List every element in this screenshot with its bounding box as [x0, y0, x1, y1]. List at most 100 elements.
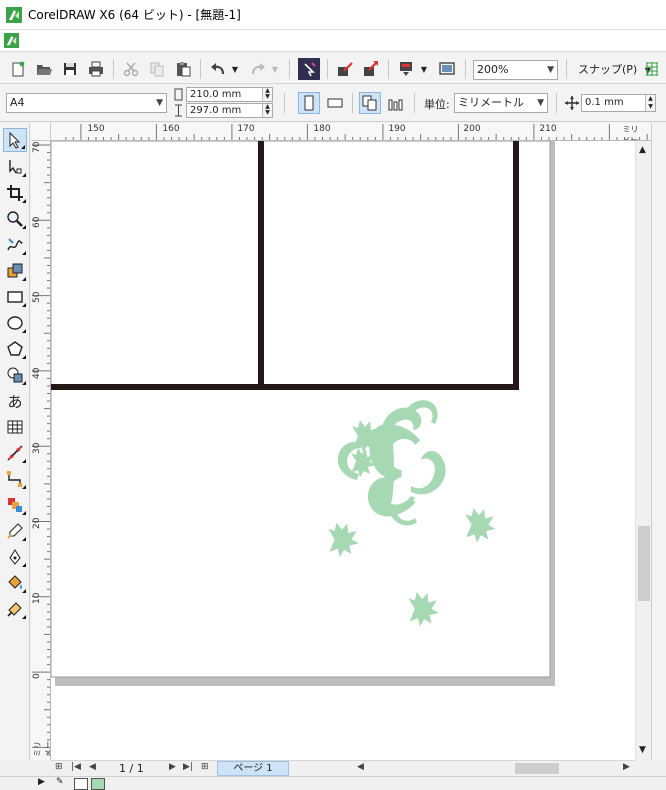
- dimension-tool[interactable]: [3, 441, 27, 465]
- chevron-down-icon: ▼: [420, 64, 428, 74]
- cut-button[interactable]: [120, 58, 142, 80]
- publish-dropdown[interactable]: ▼: [418, 58, 430, 80]
- fill-tool[interactable]: [3, 571, 27, 595]
- vertical-scrollbar[interactable]: ▲ ▼: [635, 141, 651, 760]
- next-page-icon[interactable]: ▶: [169, 762, 176, 772]
- full-screen-icon: [439, 62, 455, 75]
- blend-tool[interactable]: [3, 493, 27, 517]
- units-select[interactable]: ミリメートル ▼: [454, 93, 548, 113]
- grid-options-icon: [646, 62, 658, 76]
- connector-tool[interactable]: [3, 467, 27, 491]
- launcher-button[interactable]: [298, 58, 320, 80]
- page-width-spinner[interactable]: ▲ ▼: [262, 88, 272, 101]
- page-height-field[interactable]: 297.0 mm ▲ ▼: [186, 103, 273, 118]
- hruler-label: 150: [87, 124, 105, 134]
- table-tool[interactable]: [3, 415, 27, 439]
- toolbar-separator: [556, 93, 557, 113]
- title-bar: CorelDRAW X6 (64 ビット) - [無題-1]: [0, 0, 666, 30]
- last-page-icon[interactable]: ▶|: [183, 762, 193, 772]
- nudge-distance-value: 0.1 mm: [585, 97, 624, 108]
- hruler-label: 180: [313, 124, 331, 134]
- eyedropper-tool[interactable]: [3, 519, 27, 543]
- text-tool-icon: あ: [7, 392, 23, 411]
- page-tab[interactable]: ページ 1: [217, 761, 289, 776]
- crop-tool[interactable]: [3, 181, 27, 205]
- basic-shapes-tool[interactable]: [3, 363, 27, 387]
- open-button[interactable]: [33, 58, 55, 80]
- all-pages-button[interactable]: [359, 92, 381, 114]
- nudge-distance-field[interactable]: 0.1 mm ▲ ▼: [581, 94, 656, 112]
- undo-button[interactable]: [207, 58, 229, 80]
- ruler-origin[interactable]: [31, 123, 51, 141]
- chevron-left-icon[interactable]: ◀: [357, 762, 364, 772]
- ellipse-tool[interactable]: [3, 311, 27, 335]
- nudge-distance-icon: [565, 96, 579, 110]
- options-button[interactable]: [642, 58, 662, 80]
- smart-fill-tool[interactable]: [3, 259, 27, 283]
- horizontal-ruler[interactable]: 150 160 170 180 190 200 210 ミリメートル: [51, 123, 651, 141]
- page-height-spinner[interactable]: ▲ ▼: [262, 104, 272, 117]
- shape-tool[interactable]: [3, 155, 27, 179]
- vertical-scroll-thumb[interactable]: [638, 526, 650, 601]
- snap-to-button[interactable]: スナップ(P) ▼: [578, 60, 651, 80]
- docker-panel[interactable]: [651, 123, 666, 760]
- outline-pen-tool[interactable]: [3, 545, 27, 569]
- units-value: ミリメートル: [458, 96, 524, 109]
- undo-dropdown[interactable]: ▼: [229, 58, 241, 80]
- redo-dropdown[interactable]: ▼: [269, 58, 281, 80]
- first-page-icon[interactable]: |◀: [71, 762, 81, 772]
- previous-page-icon[interactable]: ◀: [89, 762, 96, 772]
- chevron-up-icon[interactable]: ▲: [639, 145, 646, 155]
- full-screen-button[interactable]: [436, 58, 458, 80]
- undo-icon: [211, 63, 225, 75]
- page-width-field[interactable]: 210.0 mm ▲ ▼: [186, 87, 273, 102]
- add-page-after-icon[interactable]: ⊞: [201, 762, 209, 772]
- publish-pdf-button[interactable]: [395, 58, 417, 80]
- paste-button[interactable]: [172, 58, 194, 80]
- save-button[interactable]: [59, 58, 81, 80]
- new-document-button[interactable]: [7, 58, 29, 80]
- redo-icon: [251, 63, 265, 75]
- chevron-down-icon[interactable]: ▼: [639, 745, 646, 755]
- pick-tool[interactable]: [3, 128, 27, 152]
- horizontal-scroll-thumb[interactable]: [515, 763, 559, 774]
- toolbar-separator: [327, 59, 328, 79]
- vruler-label: 0: [32, 673, 42, 679]
- open-icon: [37, 65, 52, 75]
- color-swatch[interactable]: [91, 778, 105, 790]
- chevron-right-icon[interactable]: ▶: [623, 762, 630, 772]
- vruler-label: 60: [32, 216, 42, 228]
- redo-button[interactable]: [247, 58, 269, 80]
- print-button[interactable]: [85, 58, 107, 80]
- play-icon[interactable]: ▶: [38, 777, 45, 787]
- polygon-tool[interactable]: [3, 337, 27, 361]
- vertical-ruler[interactable]: 70 60 50 40 30 20 10 0 ミリメートル: [31, 141, 51, 760]
- freehand-tool[interactable]: [3, 233, 27, 257]
- import-button[interactable]: [334, 58, 356, 80]
- no-color-swatch[interactable]: [74, 778, 88, 790]
- chevron-down-icon: ▼: [537, 98, 544, 108]
- rectangle-tool[interactable]: [3, 285, 27, 309]
- export-button[interactable]: [360, 58, 382, 80]
- chevron-down-icon: ▼: [547, 65, 554, 75]
- page-width-icon: [174, 88, 183, 101]
- zoom-tool[interactable]: [3, 207, 27, 231]
- horizontal-ruler-ticks: [65, 124, 648, 140]
- vruler-label: 10: [32, 592, 42, 604]
- page-size-select[interactable]: A4 ▼: [6, 93, 167, 113]
- text-tool[interactable]: あ: [3, 389, 27, 413]
- hruler-label: 170: [237, 124, 255, 134]
- drawing-canvas[interactable]: [51, 141, 635, 760]
- zoom-level-select[interactable]: 200% ▼: [473, 60, 558, 80]
- copy-button[interactable]: [146, 58, 168, 80]
- page-navigator-bar: ⊞ |◀ ◀ 1 / 1 ▶ ▶| ⊞ ページ 1 ◀ ▶: [51, 760, 635, 776]
- vruler-label: 40: [32, 367, 42, 379]
- add-page-before-icon[interactable]: ⊞: [55, 762, 63, 772]
- nudge-distance-spinner[interactable]: ▲ ▼: [645, 95, 655, 111]
- eyedropper-icon[interactable]: ✎: [56, 777, 64, 787]
- coreldraw-logo-icon[interactable]: [4, 33, 19, 48]
- interactive-fill-tool[interactable]: [3, 597, 27, 621]
- landscape-button[interactable]: [324, 92, 346, 114]
- current-page-button[interactable]: [385, 92, 407, 114]
- portrait-button[interactable]: [298, 92, 320, 114]
